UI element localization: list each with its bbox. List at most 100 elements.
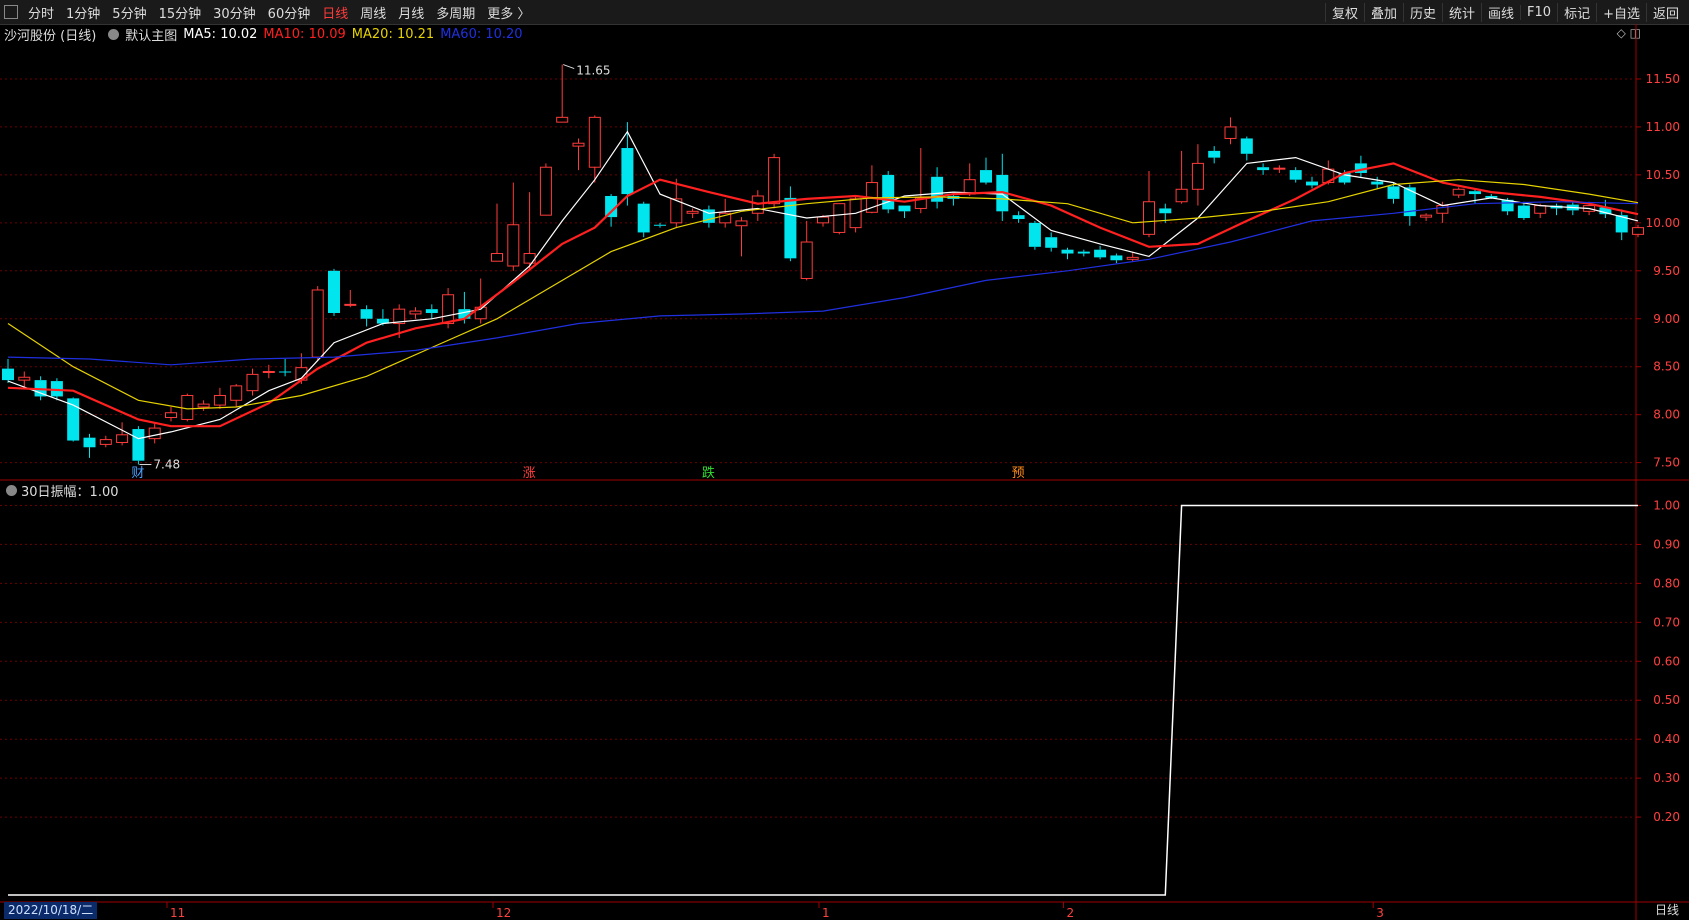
candle-up: [539, 166, 552, 216]
price-tick-label: 8.00: [1653, 408, 1680, 422]
candle-down: [425, 309, 438, 313]
price-tick-label: 10.50: [1646, 168, 1680, 182]
candle-up: [491, 253, 503, 262]
candle-up: [1175, 188, 1188, 203]
candle-up: [442, 294, 455, 325]
candle-up: [686, 210, 699, 214]
amplitude-tick-label: 0.30: [1653, 771, 1680, 785]
price-tick-label: 9.50: [1653, 264, 1680, 278]
candle-up: [572, 142, 585, 147]
candle-up: [833, 203, 846, 233]
candle-up: [262, 371, 275, 373]
candle-down: [279, 371, 292, 373]
candle-down: [1012, 215, 1025, 220]
candle-up: [197, 403, 210, 408]
candle-down: [882, 174, 895, 210]
candle-up: [1534, 205, 1547, 214]
candle-up: [99, 439, 112, 445]
candle-up: [181, 394, 194, 420]
time-tick-label: 3: [1376, 906, 1384, 920]
candle-up: [148, 427, 161, 440]
price-tick-label: 11.50: [1646, 72, 1680, 86]
candle-up: [116, 434, 129, 443]
price-tick-label: 9.00: [1653, 312, 1680, 326]
candle-up: [1224, 126, 1237, 139]
amplitude-tick-label: 0.50: [1653, 693, 1680, 707]
price-tick-label: 8.50: [1653, 360, 1680, 374]
amplitude-tick-label: 0.60: [1653, 654, 1680, 668]
candle-up: [1143, 201, 1155, 235]
event-marker-0: 财: [131, 466, 144, 481]
candle-down: [621, 148, 634, 195]
amplitude-tick-label: 0.40: [1653, 732, 1680, 746]
event-marker-1: 涨: [523, 466, 536, 481]
candle-down: [1306, 181, 1318, 186]
candle-down: [1257, 167, 1270, 171]
candle-down: [980, 170, 992, 183]
candle-up: [556, 116, 569, 123]
candle-down: [1387, 186, 1400, 199]
candle-down: [1517, 205, 1530, 219]
candle-down: [1094, 249, 1107, 258]
candle-down: [1159, 208, 1172, 214]
candle-up: [165, 412, 177, 419]
candle-down: [2, 368, 14, 381]
amplitude-tick-label: 0.80: [1653, 576, 1680, 590]
candle-up: [817, 216, 829, 224]
candle-up: [1632, 227, 1644, 235]
candle-down: [83, 437, 96, 448]
price-tick-label: 11.00: [1646, 120, 1680, 134]
sub-indicator-menu-icon[interactable]: [6, 484, 17, 496]
candle-up: [1452, 188, 1465, 196]
candle-down: [1289, 170, 1302, 180]
time-tick-label: 12: [496, 906, 511, 920]
event-marker-3: 预: [1012, 466, 1025, 481]
sub-indicator-label: 30日振幅：1.00: [21, 484, 119, 500]
candle-up: [213, 394, 226, 406]
sub-legend: 30日振幅：1.00: [0, 481, 119, 500]
candle-up: [588, 116, 601, 168]
candle-down: [1028, 222, 1041, 247]
candle-up: [735, 220, 748, 227]
candle-down: [1077, 251, 1090, 254]
high-price-label: 11.65: [576, 64, 610, 78]
low-price-label: 7.48: [153, 458, 180, 472]
candle-up: [1126, 256, 1139, 260]
amplitude-tick-label: 0.20: [1653, 810, 1680, 824]
candle-up: [344, 303, 357, 306]
price-tick-label: 7.50: [1653, 456, 1680, 470]
candle-down: [637, 203, 650, 233]
candle-up: [246, 373, 259, 392]
event-marker-2: 跌: [702, 465, 715, 481]
price-tick-label: 10.00: [1646, 216, 1680, 230]
candle-down: [360, 309, 373, 319]
candle-down: [1110, 255, 1123, 261]
candle-down: [328, 270, 340, 313]
candle-down: [784, 197, 797, 259]
amplitude-tick-label: 1.00: [1653, 498, 1680, 512]
candle-up: [800, 241, 813, 279]
candle-down: [898, 205, 911, 212]
time-tick-label: 1: [822, 906, 830, 920]
candle-down: [1371, 181, 1384, 185]
candle-down: [132, 429, 145, 461]
time-tick-label: 2: [1067, 906, 1075, 920]
amplitude-tick-label: 0.90: [1653, 537, 1680, 551]
candle-up: [230, 385, 243, 401]
amplitude-tick-label: 0.70: [1653, 615, 1680, 629]
candle-up: [18, 376, 31, 381]
candle-up: [768, 157, 781, 205]
candle-down: [1208, 150, 1221, 158]
candle-up: [1273, 167, 1286, 170]
candle-up: [507, 224, 520, 267]
time-tick-label: 11: [170, 906, 185, 920]
candle-down: [1045, 237, 1058, 248]
chart-canvas: 11.5011.0010.5010.009.509.008.508.007.50…: [0, 24, 1689, 920]
candle-down: [654, 224, 666, 226]
cursor-date: 2022/10/18/二: [4, 902, 98, 919]
candle-up: [1420, 214, 1433, 218]
period-label: 日线: [1654, 903, 1679, 917]
candle-up: [311, 289, 324, 358]
high-pointer: [563, 64, 575, 70]
candle-down: [1061, 249, 1074, 254]
